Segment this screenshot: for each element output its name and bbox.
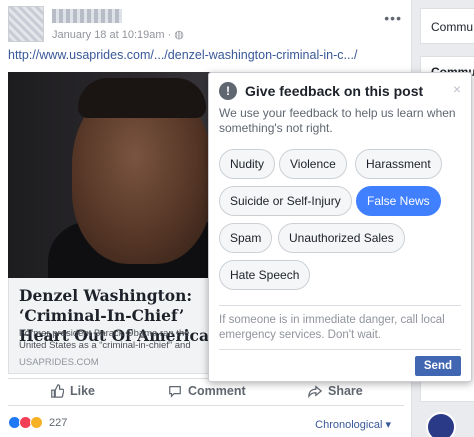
- like-label: Like: [70, 384, 96, 398]
- share-button[interactable]: Share: [308, 384, 363, 398]
- community-label-1: Commu: [431, 20, 474, 34]
- post-link[interactable]: http://www.usaprides.com/.../denzel-wash…: [8, 48, 357, 62]
- wow-reaction-icon: [30, 416, 43, 429]
- reactions-count: 227: [49, 416, 68, 429]
- post-timestamp[interactable]: January 18 at 10:19am ·: [52, 29, 174, 41]
- post-header: January 18 at 10:19am · ◍ •••: [8, 6, 404, 42]
- share-icon: [308, 385, 322, 398]
- close-icon[interactable]: ×: [453, 81, 461, 97]
- comment-sort-dropdown[interactable]: Chronological ▾: [315, 418, 391, 431]
- thumbs-up-icon: [51, 384, 64, 398]
- share-label: Share: [328, 384, 363, 398]
- option-hate-speech[interactable]: Hate Speech: [219, 260, 311, 290]
- feedback-header: ! Give feedback on this post: [219, 82, 423, 100]
- option-violence[interactable]: Violence: [279, 149, 347, 179]
- community-box-1[interactable]: Commu: [420, 8, 474, 44]
- image-hair: [78, 78, 206, 118]
- alert-icon: !: [219, 82, 237, 100]
- option-nudity[interactable]: Nudity: [219, 149, 276, 179]
- feedback-title: Give feedback on this post: [245, 83, 424, 99]
- comment-icon: [169, 386, 181, 398]
- comment-button[interactable]: Comment: [168, 384, 246, 398]
- feedback-dialog: ! Give feedback on this post × We use yo…: [208, 72, 472, 382]
- avatar[interactable]: [8, 6, 44, 42]
- option-suicide-self-injury[interactable]: Suicide or Self-Injury: [219, 186, 352, 216]
- article-description: Former president Barack Obama ran the Un…: [19, 328, 191, 351]
- globe-icon: ◍: [174, 29, 184, 41]
- option-spam[interactable]: Spam: [219, 223, 273, 253]
- post-actions: Like Comment Share: [8, 378, 404, 406]
- author-name-redacted[interactable]: [52, 9, 122, 23]
- divider: [219, 305, 461, 306]
- option-unauthorized-sales[interactable]: Unauthorized Sales: [278, 223, 405, 253]
- more-options-icon[interactable]: •••: [384, 10, 402, 26]
- send-button[interactable]: Send: [414, 356, 461, 376]
- divider: [219, 349, 461, 350]
- feedback-description: We use your feedback to help us learn wh…: [219, 106, 456, 135]
- option-harassment[interactable]: Harassment: [355, 149, 442, 179]
- reactions-summary[interactable]: 227: [8, 416, 67, 429]
- comment-label: Comment: [188, 384, 246, 398]
- emergency-note: If someone is in immediate danger, call …: [219, 314, 445, 341]
- post-meta: January 18 at 10:19am · ◍: [52, 28, 184, 41]
- article-domain: USAPRIDES.COM: [19, 357, 99, 368]
- option-false-news[interactable]: False News: [356, 186, 441, 216]
- like-button[interactable]: Like: [50, 384, 95, 398]
- page-avatar[interactable]: [426, 412, 456, 437]
